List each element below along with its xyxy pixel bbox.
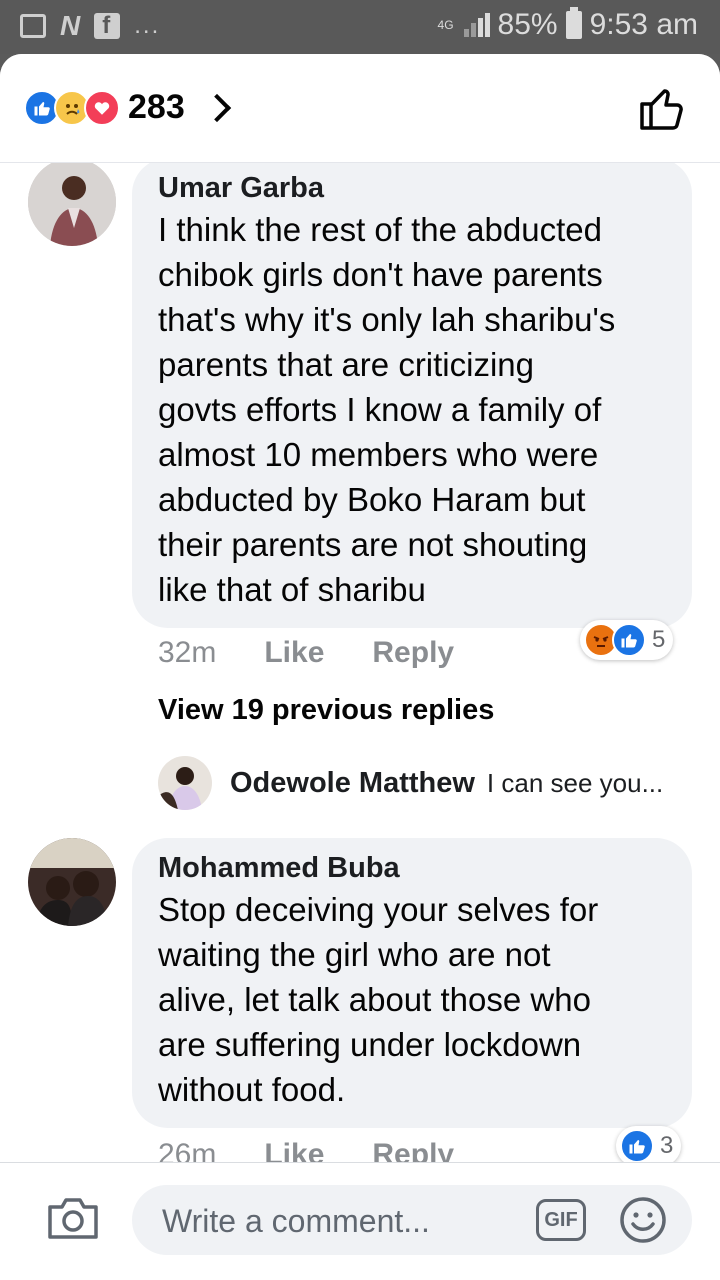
emoji-icon	[620, 1197, 666, 1243]
comments-sheet: 283 Umar Garba I think the rest of the a…	[0, 54, 720, 1280]
reply-author[interactable]: Odewole Matthew	[230, 767, 475, 800]
signal-icon	[463, 13, 490, 37]
comment-author[interactable]: Mohammed Buba	[158, 852, 666, 885]
comment-actions: 26m Like Reply	[158, 1138, 454, 1162]
avatar[interactable]	[28, 162, 116, 246]
like-icon	[620, 1129, 654, 1162]
reply-comment-button[interactable]: Reply	[372, 636, 454, 670]
comments-list: Umar Garba I think the rest of the abduc…	[0, 162, 720, 1162]
thumbs-up-outline-icon	[640, 89, 683, 130]
chevron-right-icon	[202, 93, 231, 122]
comment-reactions[interactable]: 3	[616, 1126, 682, 1162]
comment-input-wrapper: GIF	[132, 1185, 692, 1255]
gallery-notification-icon	[20, 14, 46, 38]
battery-icon	[565, 7, 582, 39]
comment-input[interactable]	[160, 1193, 524, 1249]
comment-reactions[interactable]: 5	[580, 620, 674, 660]
reactions-header: 283	[0, 54, 720, 163]
like-icon	[612, 623, 646, 657]
like-comment-button[interactable]: Like	[264, 1138, 324, 1162]
reaction-count: 283	[128, 88, 185, 126]
status-bar: N ... 4G 85% 9:53 am	[0, 0, 720, 54]
emoji-button[interactable]	[618, 1195, 668, 1245]
comment-text: Stop deceiving your selves for waiting t…	[158, 891, 599, 1108]
news-notification-icon: N	[60, 10, 81, 41]
gif-button[interactable]: GIF	[536, 1199, 586, 1241]
comment-actions: 32m Like Reply	[158, 636, 454, 670]
view-previous-replies-link[interactable]: View 19 previous replies	[158, 694, 494, 727]
network-type: 4G	[437, 17, 454, 32]
more-notifications-icon: ...	[134, 12, 161, 39]
comment-text: I think the rest of the abducted chibok …	[158, 211, 616, 608]
comment-time: 26m	[158, 1138, 217, 1162]
notification-icons: N ...	[20, 12, 160, 40]
comment-composer: GIF	[0, 1162, 720, 1280]
comment-reaction-count: 3	[660, 1132, 674, 1159]
facebook-notification-icon	[94, 12, 121, 40]
reply-preview: I can see you...	[486, 767, 664, 798]
like-post-button[interactable]	[638, 84, 686, 137]
comment-time: 32m	[158, 636, 217, 669]
like-comment-button[interactable]: Like	[264, 636, 324, 670]
battery-percent: 85%	[497, 8, 558, 41]
reactions-summary[interactable]: 283	[24, 88, 231, 127]
comment-reaction-count: 5	[652, 626, 666, 653]
love-icon	[84, 89, 120, 126]
camera-button[interactable]	[46, 1195, 100, 1241]
comment-bubble: Mohammed Buba Stop deceiving your selves…	[132, 838, 692, 1128]
camera-icon	[48, 1198, 98, 1239]
reply-comment-button[interactable]: Reply	[372, 1138, 454, 1162]
latest-reply[interactable]: Odewole Matthew I can see you...	[158, 756, 663, 810]
comment-bubble: Umar Garba I think the rest of the abduc…	[132, 162, 692, 628]
avatar[interactable]	[158, 756, 212, 810]
avatar[interactable]	[28, 838, 116, 926]
comment-author[interactable]: Umar Garba	[158, 172, 666, 205]
clock: 9:53 am	[589, 8, 698, 41]
